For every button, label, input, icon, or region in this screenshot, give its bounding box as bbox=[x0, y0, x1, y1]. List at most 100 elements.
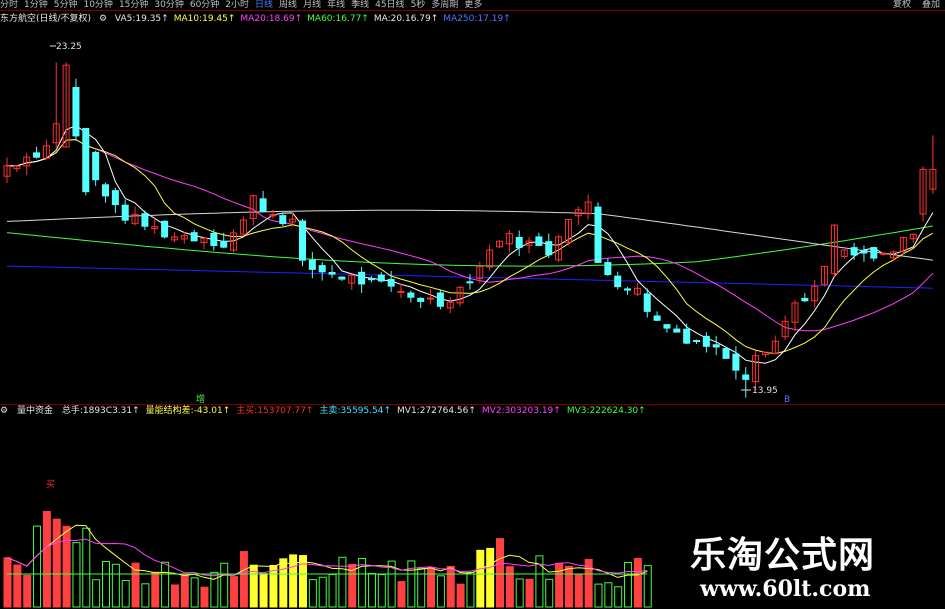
settings-icon[interactable]: ⚙ bbox=[99, 14, 107, 24]
period-tab-3[interactable]: 10分钟 bbox=[83, 0, 112, 10]
indicator-value-5: MA250:17.19↑ bbox=[443, 14, 511, 24]
period-tab-0[interactable]: 分时 bbox=[0, 0, 18, 10]
ma60-line bbox=[6, 225, 933, 267]
indicator-value-4: MV1:272764.56↑ bbox=[397, 406, 476, 416]
candle bbox=[693, 339, 700, 342]
volume-bar bbox=[33, 525, 42, 608]
indicator-value-4: MA:20.16.79↑ bbox=[373, 14, 439, 24]
period-tab-15[interactable]: 多周期 bbox=[431, 0, 458, 10]
indicator-value-2: MA20:18.69↑ bbox=[240, 14, 303, 24]
volume-bar bbox=[555, 562, 564, 608]
candle bbox=[712, 344, 720, 348]
volume-bar bbox=[220, 562, 229, 608]
candle bbox=[436, 292, 444, 307]
volume-bar bbox=[230, 576, 239, 608]
volume-bar bbox=[614, 586, 623, 608]
volume-bar bbox=[259, 573, 268, 608]
period-tab-7[interactable]: 2小时 bbox=[225, 0, 249, 10]
volume-bar bbox=[111, 563, 120, 608]
period-toolbar: 分时 1分钟 5分钟 10分钟 15分钟 30分钟 60分钟 2小时 日线 周线 月线 年线 季线 45日… bbox=[0, 0, 945, 10]
period-tab-12[interactable]: 季线 bbox=[351, 0, 369, 10]
candle bbox=[358, 271, 366, 285]
period-tab-8[interactable]: 日线 bbox=[255, 0, 273, 10]
volume-bar bbox=[190, 577, 199, 608]
candle bbox=[367, 278, 375, 281]
candle bbox=[308, 259, 316, 270]
period-tab-2[interactable]: 5分钟 bbox=[54, 0, 78, 10]
candle bbox=[387, 278, 395, 287]
volume-bar bbox=[239, 551, 248, 608]
candle bbox=[722, 348, 730, 359]
indicator-value-5: MV2:303203.19↑ bbox=[481, 406, 561, 416]
candle bbox=[328, 272, 336, 275]
volume-bar bbox=[62, 525, 71, 608]
volume-bar bbox=[594, 583, 603, 608]
candle bbox=[545, 241, 553, 256]
period-tab-1[interactable]: 1分钟 bbox=[24, 0, 48, 10]
candle bbox=[72, 87, 80, 137]
volume-bar bbox=[456, 583, 465, 608]
candle bbox=[92, 151, 100, 181]
volume-bar bbox=[338, 556, 347, 608]
volume-bar bbox=[102, 560, 110, 608]
toolbar-right-1[interactable]: 叠加 bbox=[922, 0, 940, 10]
kline-chart[interactable]: 23.25 13.95 增 B 买 bbox=[0, 0, 945, 609]
ma5-line bbox=[6, 125, 934, 364]
candle bbox=[33, 152, 41, 158]
candle bbox=[801, 297, 809, 302]
ma20-line bbox=[6, 139, 934, 332]
candle bbox=[259, 198, 267, 212]
period-tab-14[interactable]: 5秒 bbox=[411, 0, 426, 10]
candle bbox=[111, 190, 119, 206]
period-tab-4[interactable]: 15分钟 bbox=[119, 0, 148, 10]
indicator-value-3: 主卖:35595.54↑ bbox=[319, 406, 392, 416]
candle bbox=[397, 290, 405, 293]
volume-bar bbox=[633, 558, 642, 608]
candle bbox=[190, 232, 198, 242]
candle bbox=[614, 275, 622, 288]
period-tab-10[interactable]: 月线 bbox=[303, 0, 321, 10]
volume-bar bbox=[505, 566, 514, 608]
candle bbox=[220, 240, 228, 248]
volume-title: 量中资金 bbox=[16, 406, 53, 416]
volume-bar bbox=[476, 549, 485, 608]
candle bbox=[121, 204, 129, 221]
candle bbox=[338, 276, 346, 280]
toolbar-right-0[interactable]: 复权 bbox=[893, 0, 911, 10]
volume-bar bbox=[604, 582, 613, 608]
volume-bar bbox=[72, 542, 81, 608]
volume-bar bbox=[318, 576, 327, 608]
candle bbox=[427, 297, 435, 300]
candle bbox=[102, 184, 109, 197]
chart-annotations: 23.25 13.95 增 B 买 bbox=[46, 42, 790, 490]
volume-bar bbox=[23, 574, 32, 608]
indicator-value-2: 主买:153707.77↑ bbox=[236, 406, 314, 416]
period-tab-9[interactable]: 周线 bbox=[279, 0, 297, 10]
volume-bar bbox=[496, 538, 504, 608]
period-tab-6[interactable]: 60分钟 bbox=[190, 0, 219, 10]
volume-bar bbox=[367, 573, 376, 608]
candle bbox=[161, 220, 169, 238]
volume-bar bbox=[269, 565, 278, 608]
candle bbox=[643, 293, 651, 312]
indicator-value-1: 量能结构差:-43.01↑ bbox=[145, 406, 231, 416]
candle bbox=[407, 292, 415, 298]
candle bbox=[299, 220, 306, 261]
period-tab-11[interactable]: 年线 bbox=[327, 0, 345, 10]
volume-bar bbox=[328, 573, 337, 608]
period-tab-5[interactable]: 30分钟 bbox=[154, 0, 183, 10]
ma20-path bbox=[6, 139, 934, 332]
settings-icon[interactable]: ⚙ bbox=[0, 406, 8, 416]
ma60-path bbox=[6, 225, 933, 267]
volume-bar bbox=[170, 584, 179, 608]
volume-bar bbox=[377, 574, 386, 608]
volume-bar bbox=[92, 579, 101, 608]
indicator-value-0: VA5:19.35↑ bbox=[114, 14, 169, 24]
period-tab-13[interactable]: 45日线 bbox=[375, 0, 404, 10]
volume-bar bbox=[13, 564, 22, 608]
volume-ma-lines bbox=[6, 524, 648, 580]
period-tab-16[interactable]: 更多 bbox=[464, 0, 482, 10]
volume-bars bbox=[3, 511, 652, 608]
chart-frame bbox=[0, 10, 945, 405]
volume-bar bbox=[466, 571, 475, 608]
